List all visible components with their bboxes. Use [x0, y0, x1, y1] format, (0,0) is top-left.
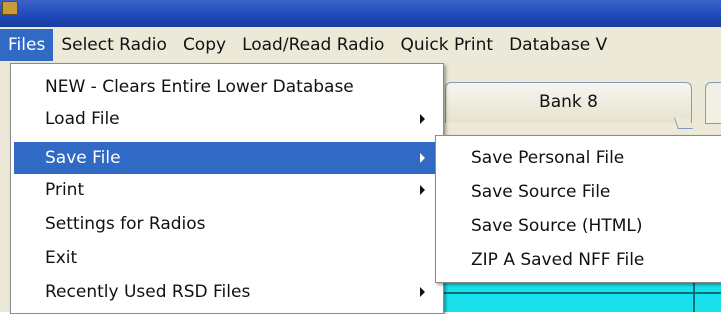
tab-next[interactable] [705, 82, 721, 124]
submenu-arrow-icon [420, 287, 425, 297]
menu-item-label: Exit [45, 248, 78, 268]
tab-bank-8[interactable]: Bank 8 [445, 82, 692, 123]
submenu-item-save-source-file[interactable]: Save Source File [436, 175, 721, 209]
menu-quick-print[interactable]: Quick Print [392, 29, 501, 61]
grid-row-line [436, 292, 721, 294]
submenu-arrow-icon [420, 114, 425, 124]
window-title-bar [0, 0, 721, 27]
menu-item-label: NEW - Clears Entire Lower Database [45, 77, 354, 97]
submenu-item-label: Save Personal File [471, 148, 625, 168]
menu-select-radio[interactable]: Select Radio [53, 29, 175, 61]
submenu-arrow-icon [420, 153, 425, 163]
menu-item-save-file[interactable]: Save File [14, 142, 439, 174]
save-file-submenu: Save Personal File Save Source File Save… [435, 135, 721, 283]
app-icon [2, 1, 18, 15]
menu-item-new[interactable]: NEW - Clears Entire Lower Database [14, 71, 439, 103]
menu-item-label: Settings for Radios [45, 214, 206, 234]
files-dropdown-menu: NEW - Clears Entire Lower Database Load … [10, 63, 444, 314]
submenu-item-zip-saved-nff-file[interactable]: ZIP A Saved NFF File [436, 243, 721, 277]
menu-item-print[interactable]: Print [14, 174, 439, 206]
submenu-item-save-personal-file[interactable]: Save Personal File [436, 141, 721, 175]
submenu-arrow-icon [420, 185, 425, 195]
menu-bar: Files Select Radio Copy Load/Read Radio … [0, 27, 721, 63]
submenu-item-label: ZIP A Saved NFF File [471, 250, 645, 270]
menu-item-label: Load File [45, 109, 120, 129]
submenu-item-save-source-html[interactable]: Save Source (HTML) [436, 209, 721, 243]
menu-item-label: Print [45, 180, 85, 200]
submenu-item-label: Save Source (HTML) [471, 216, 643, 236]
menu-item-recently-used[interactable]: Recently Used RSD Files [14, 276, 439, 308]
submenu-item-label: Save Source File [471, 182, 611, 202]
menu-files[interactable]: Files [0, 29, 54, 61]
menu-item-exit[interactable]: Exit [14, 242, 439, 274]
menu-copy[interactable]: Copy [175, 29, 234, 61]
menu-item-load-file[interactable]: Load File [14, 103, 439, 135]
menu-item-settings-for-radios[interactable]: Settings for Radios [14, 208, 439, 240]
menu-load-read-radio[interactable]: Load/Read Radio [234, 29, 392, 61]
menu-database[interactable]: Database V [501, 29, 615, 61]
menu-item-label: Save File [45, 148, 121, 168]
menu-item-label: Recently Used RSD Files [45, 282, 251, 302]
